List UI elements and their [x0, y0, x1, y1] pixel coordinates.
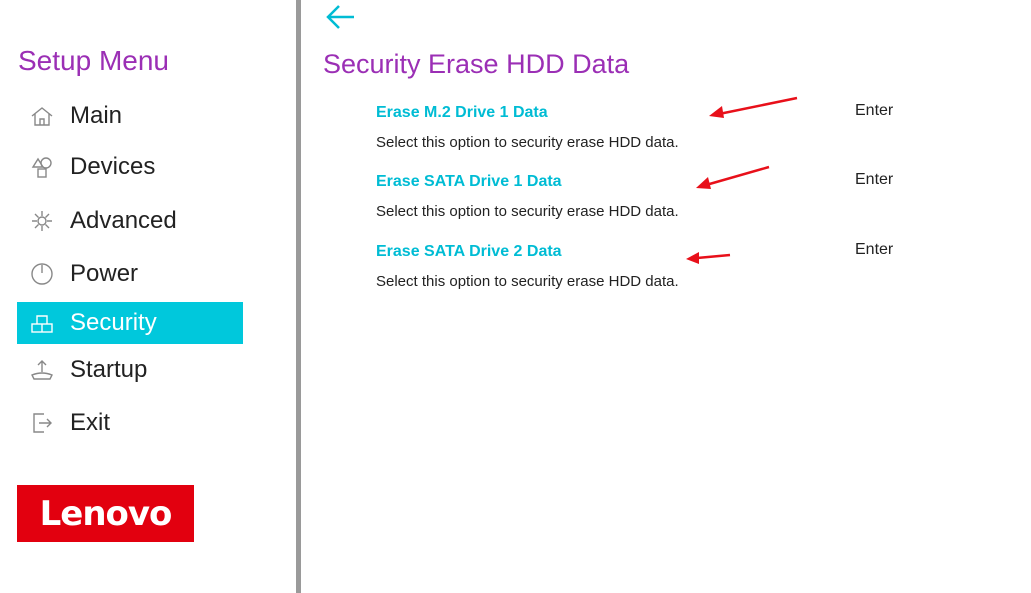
panel-divider [296, 0, 301, 593]
devices-icon [29, 154, 55, 180]
sidebar-item-power[interactable]: Power [17, 253, 243, 295]
sidebar-item-label: Startup [70, 356, 148, 383]
sidebar-item-label: Devices [70, 153, 156, 180]
annotation-arrow-icon [709, 96, 798, 118]
sidebar-item-startup[interactable]: Startup [17, 349, 243, 391]
home-icon [29, 103, 55, 129]
option-label[interactable]: Erase SATA Drive 1 Data [376, 173, 562, 191]
back-button[interactable] [324, 2, 358, 32]
sidebar-item-exit[interactable]: Exit [17, 402, 243, 444]
option-label[interactable]: Erase SATA Drive 2 Data [376, 243, 562, 261]
sidebar-item-advanced[interactable]: Advanced [17, 200, 243, 242]
sidebar-title: Setup Menu [18, 45, 169, 76]
sidebar: Setup Menu Main Devices Advanced Power S… [0, 0, 296, 593]
arrow-left-icon [326, 5, 354, 29]
sidebar-item-security[interactable]: Security [17, 302, 243, 344]
sidebar-item-label: Security [70, 309, 157, 336]
option-description: Select this option to security erase HDD… [376, 134, 679, 151]
option-value[interactable]: Enter [855, 241, 893, 259]
option-description: Select this option to security erase HDD… [376, 273, 679, 290]
advanced-icon [29, 208, 55, 234]
sidebar-item-label: Advanced [70, 207, 177, 234]
sidebar-item-devices[interactable]: Devices [17, 146, 243, 188]
sidebar-item-main[interactable]: Main [17, 95, 243, 137]
sidebar-item-label: Power [70, 260, 139, 287]
sidebar-item-label: Exit [70, 409, 111, 436]
exit-icon [29, 410, 55, 436]
annotation-arrow-icon [686, 252, 731, 264]
option-value[interactable]: Enter [855, 102, 893, 120]
option-label[interactable]: Erase M.2 Drive 1 Data [376, 104, 548, 122]
page-title: Security Erase HDD Data [323, 49, 630, 79]
power-icon [29, 261, 55, 287]
option-value[interactable]: Enter [855, 171, 893, 189]
security-icon [29, 310, 55, 336]
lenovo-logo: Lenovo [17, 485, 194, 542]
sidebar-item-label: Main [70, 102, 123, 129]
option-description: Select this option to security erase HDD… [376, 203, 679, 220]
startup-icon [29, 357, 55, 383]
annotation-arrow-icon [696, 165, 770, 189]
